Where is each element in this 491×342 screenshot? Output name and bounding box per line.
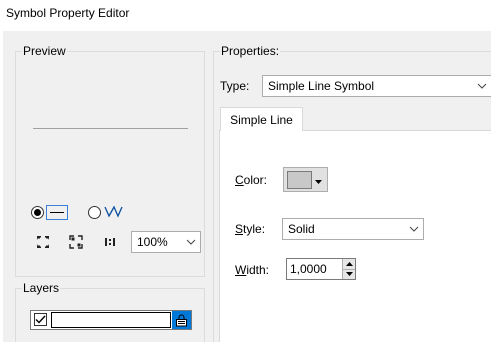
preview-line-sample (33, 128, 188, 129)
zoom-select[interactable]: 100% (131, 231, 201, 253)
zoom-out-fit-icon[interactable] (66, 233, 86, 251)
tab-simple-line[interactable]: Simple Line (220, 107, 303, 131)
chevron-down-icon (182, 239, 200, 245)
zoom-in-fit-icon[interactable] (33, 233, 53, 251)
dropdown-arrow-icon (315, 173, 322, 187)
properties-legend: Properties: (221, 44, 280, 58)
zigzag-icon (104, 204, 124, 221)
width-spinner[interactable] (342, 259, 355, 279)
width-stepper[interactable]: 1,0000 (286, 258, 356, 280)
type-value: Simple Line Symbol (268, 79, 375, 93)
layer-row[interactable] (30, 310, 192, 330)
width-value: 1,0000 (290, 262, 327, 276)
type-label: Type: (220, 79, 250, 93)
zoom-value: 100% (137, 235, 168, 249)
type-select[interactable]: Simple Line Symbol (262, 75, 491, 97)
layer-lock-icon[interactable] (172, 311, 191, 329)
tab-label: Simple Line (230, 112, 293, 127)
color-picker-button[interactable] (283, 167, 328, 192)
preview-legend: Preview (23, 44, 66, 58)
width-label: Width: (235, 263, 270, 277)
chevron-down-icon (405, 226, 423, 232)
line-preview-icon (46, 205, 68, 220)
style-value: Solid (288, 222, 315, 236)
spin-down-icon[interactable] (343, 268, 355, 279)
radio-line-preview[interactable] (31, 206, 44, 219)
layers-legend: Layers (23, 281, 60, 295)
radio-zigzag-preview[interactable] (88, 206, 101, 219)
layer-preview-field (51, 312, 171, 328)
color-label: Color: (235, 173, 268, 187)
spin-up-icon[interactable] (343, 259, 355, 269)
layer-visible-checkbox[interactable] (34, 313, 47, 326)
style-label: Style: (235, 222, 266, 236)
chevron-down-icon (473, 83, 491, 89)
color-swatch (287, 170, 312, 189)
window-title: Symbol Property Editor (6, 6, 130, 20)
actual-size-icon[interactable] (100, 233, 120, 251)
style-select[interactable]: Solid (282, 218, 424, 240)
